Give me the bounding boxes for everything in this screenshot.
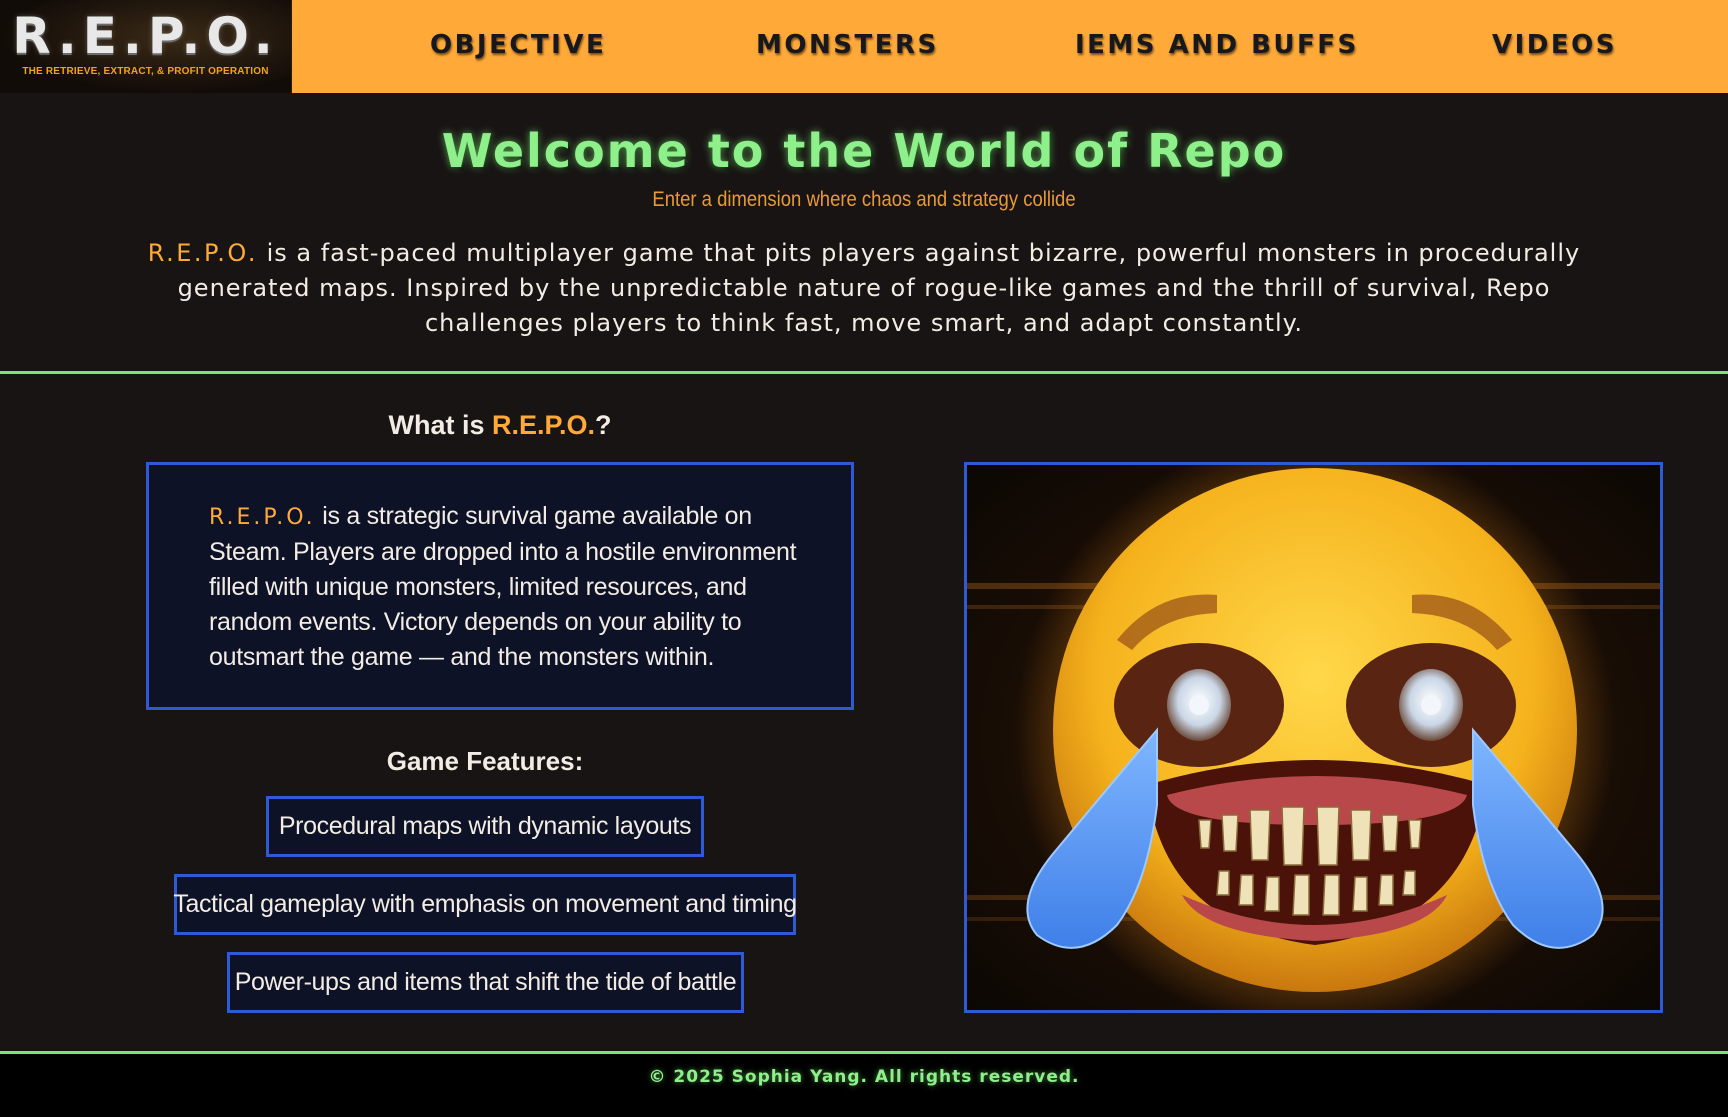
- site-logo[interactable]: R.E.P.O. THE RETRIEVE, EXTRACT, & PROFIT…: [0, 0, 292, 93]
- feature-item: Procedural maps with dynamic layouts: [266, 796, 704, 857]
- hero-description: R.E.P.O. is a fast-paced multiplayer gam…: [140, 236, 1588, 341]
- about-brand: R.E.P.O.: [209, 505, 316, 530]
- hero-description-text: is a fast-paced multiplayer game that pi…: [177, 239, 1581, 337]
- nav-link-objective[interactable]: OBJECTIVE: [430, 30, 606, 60]
- hero-title: Welcome to the World of Repo: [441, 124, 1287, 178]
- about-heading-suffix: ?: [595, 410, 612, 440]
- logo-mark: R.E.P.O.: [12, 7, 279, 65]
- nav-link-videos[interactable]: VIDEOS: [1492, 30, 1617, 60]
- hero-brand: R.E.P.O.: [147, 239, 258, 267]
- feature-item: Tactical gameplay with emphasis on movem…: [173, 874, 797, 935]
- section-divider: [0, 371, 1728, 374]
- about-heading-prefix: What is: [388, 410, 492, 440]
- top-nav: R.E.P.O. THE RETRIEVE, EXTRACT, & PROFIT…: [0, 0, 1728, 93]
- footer-copyright: © 2025 Sophia Yang. All rights reserved.: [648, 1067, 1080, 1087]
- nav-link-monsters[interactable]: MONSTERS: [756, 30, 939, 60]
- about-text: R.E.P.O. is a strategic survival game av…: [209, 499, 801, 675]
- features-heading: Game Features:: [386, 746, 584, 776]
- about-heading-brand: R.E.P.O.: [491, 410, 596, 440]
- logo-tagline: THE RETRIEVE, EXTRACT, & PROFIT OPERATIO…: [22, 66, 269, 77]
- hero-subtitle: Enter a dimension where chaos and strate…: [652, 188, 1076, 211]
- about-box: R.E.P.O. is a strategic survival game av…: [146, 462, 854, 710]
- page: R.E.P.O. THE RETRIEVE, EXTRACT, & PROFIT…: [0, 0, 1728, 1117]
- about-heading: What is R.E.P.O.?: [300, 410, 700, 441]
- feature-item: Power-ups and items that shift the tide …: [227, 952, 744, 1013]
- hero-image: [964, 462, 1663, 1013]
- crying-laughing-monster-illustration: [967, 465, 1660, 1010]
- nav-link-items-and-buffs[interactable]: IEMS AND BUFFS: [1075, 30, 1359, 60]
